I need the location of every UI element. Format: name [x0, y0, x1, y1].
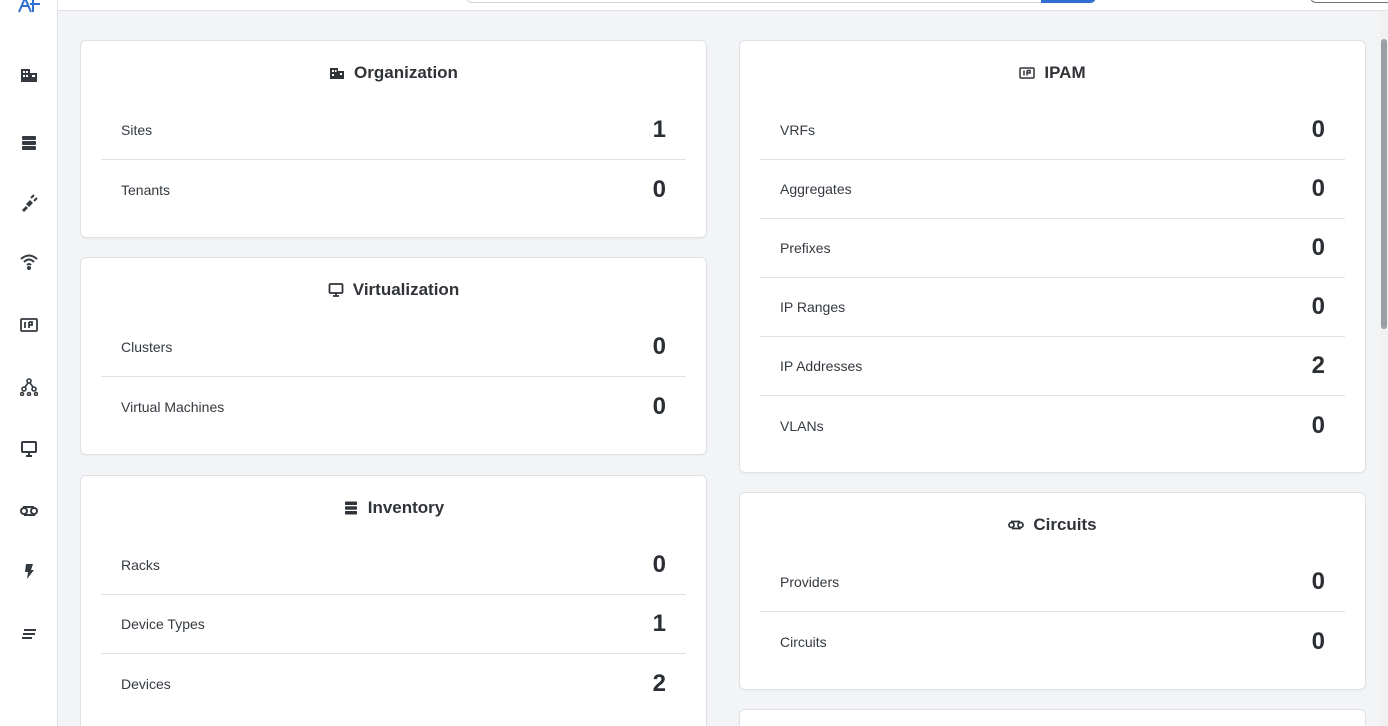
circuit-icon[interactable] [14, 498, 44, 524]
organization-card: Organization Sites 1 Tenants 0 [80, 40, 707, 238]
stat-label: IP Ranges [780, 299, 846, 315]
stat-row-tenants[interactable]: Tenants 0 [101, 160, 686, 219]
scrollbar-thumb[interactable] [1381, 39, 1387, 329]
card-title-text: Inventory [367, 498, 445, 517]
topology-icon[interactable] [14, 374, 44, 400]
stat-value: 0 [652, 333, 666, 360]
stat-value: 2 [1311, 352, 1325, 379]
stats-list: Racks 0 Device Types 1 Devices 2 [81, 536, 706, 713]
stat-row-sites[interactable]: Sites 1 [101, 101, 686, 160]
stat-row-vrfs[interactable]: VRFs 0 [760, 101, 1345, 160]
search-input[interactable] [466, 0, 1096, 3]
circuits-card: Circuits Providers 0 Circuits 0 [739, 492, 1366, 690]
lines-icon[interactable] [14, 620, 44, 646]
card-title: IPAM [740, 41, 1365, 101]
stat-row-devices[interactable]: Devices 2 [101, 654, 686, 713]
netbox-logo-icon[interactable] [14, 0, 44, 18]
plug-icon[interactable] [14, 190, 44, 216]
stat-row-aggregates[interactable]: Aggregates 0 [760, 160, 1345, 219]
stat-row-clusters[interactable]: Clusters 0 [101, 318, 686, 377]
lightning-icon[interactable] [14, 558, 44, 584]
stat-label: Clusters [121, 339, 173, 355]
card-title: Virtualization [81, 258, 706, 318]
monitor-icon[interactable] [14, 436, 44, 462]
stat-label: Sites [121, 122, 153, 138]
server-icon [343, 500, 359, 516]
stat-value: 0 [1311, 175, 1325, 202]
stat-row-ip-ranges[interactable]: IP Ranges 0 [760, 278, 1345, 337]
stat-value: 0 [652, 551, 666, 578]
stat-row-device-types[interactable]: Device Types 1 [101, 595, 686, 654]
card-title-text: Circuits [1033, 515, 1097, 534]
stat-label: Circuits [780, 633, 827, 650]
stat-label: VRFs [780, 122, 815, 138]
stats-list: Clusters 0 Virtual Machines 0 [81, 318, 706, 436]
stat-value: 1 [652, 610, 666, 637]
card-title-text: IPAM [1044, 63, 1086, 82]
stats-list: VRFs 0 Aggregates 0 Prefixes 0 IP Ranges… [740, 101, 1365, 455]
stat-value: 2 [652, 669, 666, 697]
top-navbar [58, 0, 1388, 11]
card-title: Inventory [81, 476, 706, 536]
stat-label: Tenants [121, 181, 171, 198]
search-button[interactable] [1041, 0, 1096, 3]
stat-row-circuits[interactable]: Circuits 0 [760, 612, 1345, 671]
sidebar [0, 0, 58, 726]
server-icon[interactable] [14, 130, 44, 156]
wifi-icon[interactable] [14, 248, 44, 274]
stat-label: IP Addresses [780, 358, 863, 374]
stat-value: 0 [1311, 116, 1325, 143]
stat-row-providers[interactable]: Providers 0 [760, 553, 1345, 612]
virtualization-card: Virtualization Clusters 0 Virtual Machin… [80, 257, 707, 455]
stat-label: Virtual Machines [121, 398, 225, 415]
stat-value: 0 [652, 392, 666, 420]
stat-label: Aggregates [780, 181, 852, 197]
card-title-text: Organization [354, 63, 458, 82]
stats-list: Sites 1 Tenants 0 [81, 101, 706, 219]
circuit-icon [1008, 517, 1025, 533]
stat-value: 0 [1311, 411, 1325, 439]
page-scrollbar[interactable] [1380, 11, 1388, 726]
stat-value: 0 [1311, 234, 1325, 261]
ip-icon [1019, 65, 1036, 81]
stat-label: Providers [780, 574, 840, 590]
building-icon [329, 65, 345, 81]
stat-value: 0 [652, 175, 666, 203]
user-menu-button[interactable] [1310, 0, 1388, 3]
ipam-card: IPAM VRFs 0 Aggregates 0 Prefixes 0 IP R… [739, 40, 1366, 473]
next-card [739, 709, 1366, 726]
card-title: Organization [81, 41, 706, 101]
stats-list: Providers 0 Circuits 0 [740, 553, 1365, 671]
stat-row-ip-addresses[interactable]: IP Addresses 2 [760, 337, 1345, 396]
stat-value: 1 [652, 116, 666, 143]
ip-icon[interactable] [14, 312, 44, 338]
stat-label: VLANs [780, 417, 824, 434]
stat-row-racks[interactable]: Racks 0 [101, 536, 686, 595]
stat-row-vlans[interactable]: VLANs 0 [760, 396, 1345, 455]
stat-value: 0 [1311, 568, 1325, 595]
stat-row-prefixes[interactable]: Prefixes 0 [760, 219, 1345, 278]
monitor-icon [328, 282, 344, 298]
stat-value: 0 [1311, 627, 1325, 655]
stat-label: Device Types [121, 616, 205, 632]
inventory-card: Inventory Racks 0 Device Types 1 Devices… [80, 475, 707, 726]
card-title: Circuits [740, 493, 1365, 553]
stat-label: Racks [121, 557, 160, 573]
building-icon[interactable] [14, 62, 44, 88]
stat-row-virtual-machines[interactable]: Virtual Machines 0 [101, 377, 686, 436]
card-title-text: Virtualization [352, 280, 460, 299]
stat-label: Prefixes [780, 240, 831, 256]
stat-value: 0 [1311, 293, 1325, 320]
stat-label: Devices [121, 675, 171, 692]
